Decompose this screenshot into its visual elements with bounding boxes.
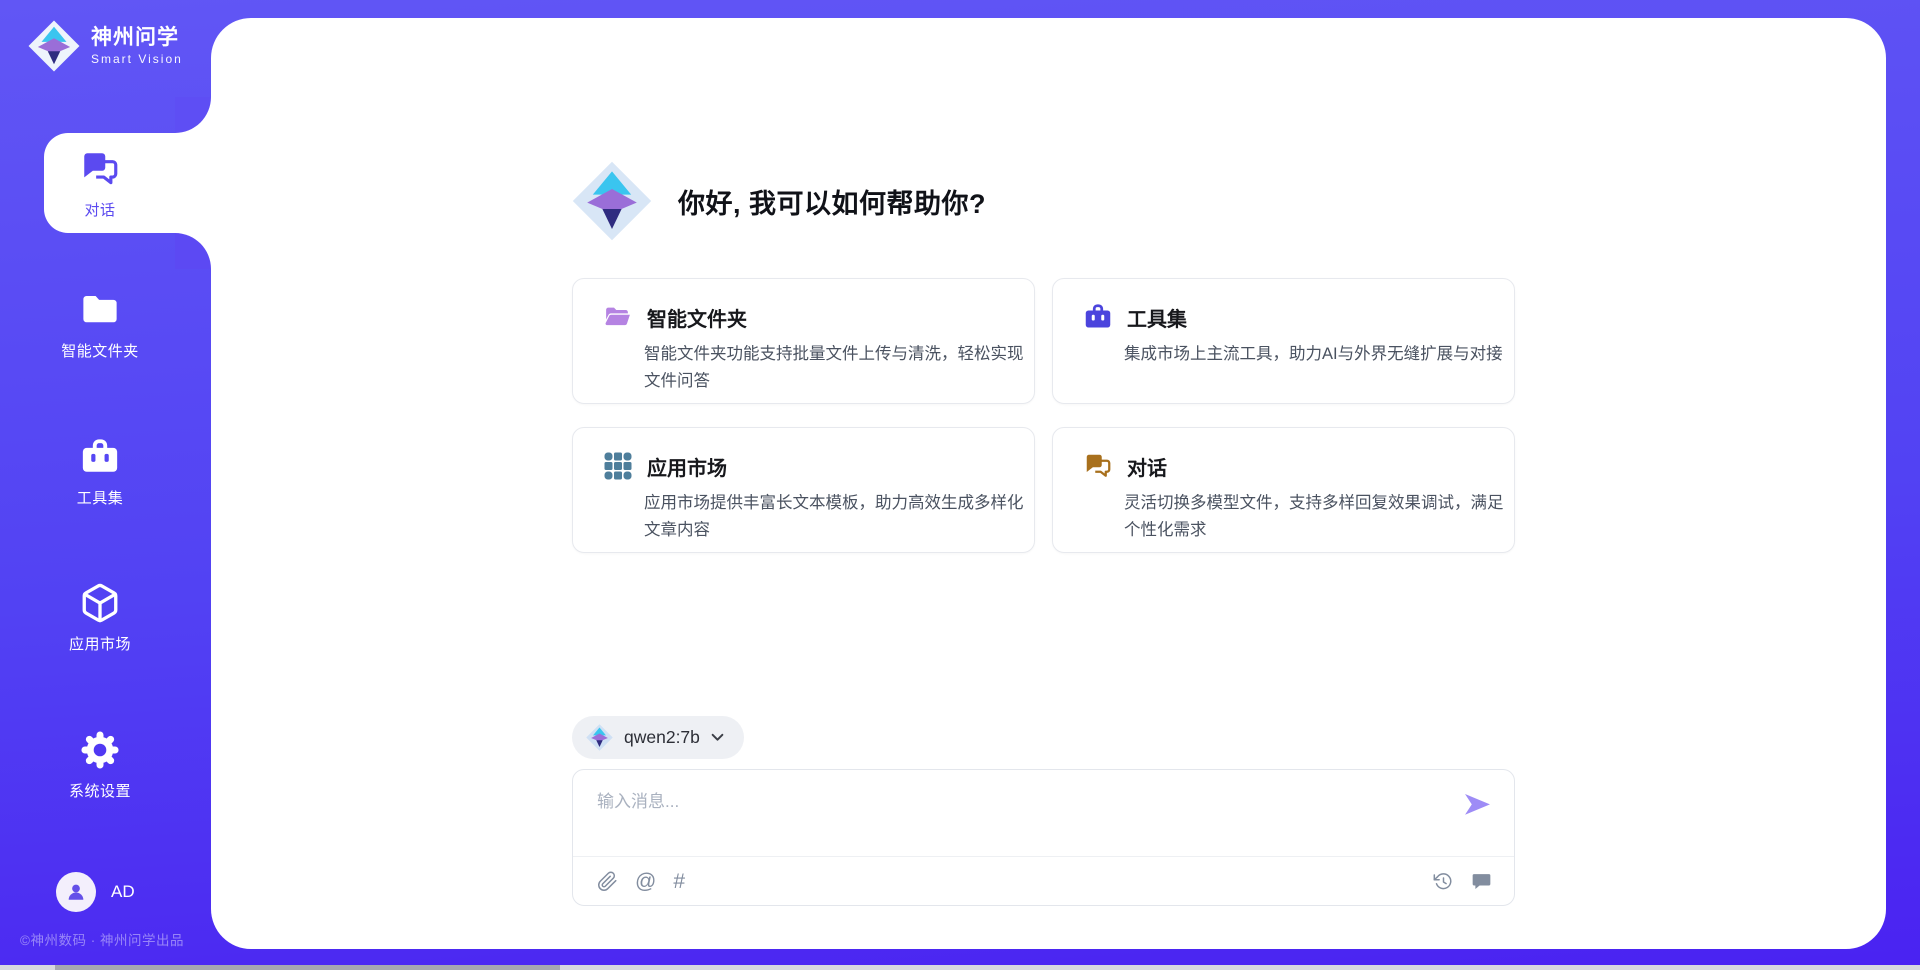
card-description: 集成市场上主流工具，助力AI与外界无缝扩展与对接 xyxy=(1124,341,1510,368)
greeting-title: 你好, 我可以如何帮助你? xyxy=(678,182,986,221)
briefcase-icon xyxy=(1083,302,1113,332)
sidebar-item-settings[interactable]: 系统设置 xyxy=(0,713,200,817)
sidebar-item-smart-folder[interactable]: 智能文件夹 xyxy=(0,273,200,377)
card-smart-folder[interactable]: 智能文件夹 智能文件夹功能支持批量文件上传与清洗，轻松实现文件问答 xyxy=(572,278,1035,404)
message-composer: @ # xyxy=(572,769,1515,906)
send-button[interactable] xyxy=(1464,793,1491,816)
sidebar-item-app-market[interactable]: 应用市场 xyxy=(0,566,200,670)
chat-icon xyxy=(79,148,121,190)
hash-icon: # xyxy=(673,871,685,892)
message-icon xyxy=(1471,871,1492,892)
chevron-down-icon xyxy=(711,733,724,742)
model-selector[interactable]: qwen2:7b xyxy=(572,716,744,759)
gear-icon xyxy=(79,729,121,771)
at-icon: @ xyxy=(635,871,656,892)
card-app-market[interactable]: 应用市场 应用市场提供丰富长文本模板，助力高效生成多样化文章内容 xyxy=(572,427,1035,553)
sidebar-item-label: 应用市场 xyxy=(69,633,131,654)
tiles-icon xyxy=(603,451,633,481)
sidebar-item-label: 系统设置 xyxy=(69,780,131,801)
active-tab-curve-top xyxy=(175,97,211,133)
chat-icon xyxy=(1083,451,1113,481)
person-icon xyxy=(65,881,87,903)
feature-cards: 智能文件夹 智能文件夹功能支持批量文件上传与清洗，轻松实现文件问答 工具集 集成… xyxy=(572,278,1515,553)
card-description: 智能文件夹功能支持批量文件上传与清洗，轻松实现文件问答 xyxy=(644,341,1030,395)
horizontal-scrollbar-thumb[interactable] xyxy=(55,965,560,970)
brand-logo: 神州问学 Smart Vision xyxy=(28,20,183,72)
new-chat-button[interactable] xyxy=(1471,871,1492,892)
card-description: 应用市场提供丰富长文本模板，助力高效生成多样化文章内容 xyxy=(644,490,1030,544)
card-toolset[interactable]: 工具集 集成市场上主流工具，助力AI与外界无缝扩展与对接 xyxy=(1052,278,1515,404)
horizontal-scrollbar-track[interactable] xyxy=(0,965,1920,970)
sidebar-item-label: 对话 xyxy=(84,199,115,220)
brand-title: 神州问学 xyxy=(91,26,183,50)
diamond-logo-icon xyxy=(572,161,652,241)
card-title: 应用市场 xyxy=(647,452,727,481)
user-name: AD xyxy=(111,882,135,902)
active-tab-curve-bottom xyxy=(175,233,211,269)
attach-file-button[interactable] xyxy=(597,871,618,892)
diamond-logo-icon xyxy=(586,724,613,751)
card-title: 对话 xyxy=(1127,452,1167,481)
avatar xyxy=(56,872,96,912)
card-title: 智能文件夹 xyxy=(647,303,747,332)
history-icon xyxy=(1433,871,1454,892)
diamond-logo-icon xyxy=(28,20,80,72)
history-button[interactable] xyxy=(1433,871,1454,892)
greeting-block: 你好, 我可以如何帮助你? xyxy=(572,161,986,241)
sidebar-item-toolset[interactable]: 工具集 xyxy=(0,420,200,524)
composer-toolbar: @ # xyxy=(597,857,1492,905)
hashtag-button[interactable]: # xyxy=(673,871,685,892)
main-content: 你好, 我可以如何帮助你? 智能文件夹 智能文件夹功能支持批量文件上传与清洗，轻… xyxy=(211,18,1886,949)
model-name: qwen2:7b xyxy=(624,727,700,748)
user-profile[interactable]: AD xyxy=(56,872,135,912)
card-title: 工具集 xyxy=(1127,303,1187,332)
card-chat[interactable]: 对话 灵活切换多模型文件，支持多样回复效果调试，满足个性化需求 xyxy=(1052,427,1515,553)
toolbox-icon xyxy=(79,436,121,478)
cube-icon xyxy=(79,582,121,624)
message-input[interactable] xyxy=(595,785,1449,847)
sidebar-item-label: 智能文件夹 xyxy=(61,340,139,361)
folder-open-icon xyxy=(603,302,633,332)
card-description: 灵活切换多模型文件，支持多样回复效果调试，满足个性化需求 xyxy=(1124,490,1510,544)
paperclip-icon xyxy=(597,871,618,892)
paper-plane-icon xyxy=(1464,793,1491,816)
brand-subtitle: Smart Vision xyxy=(91,52,183,66)
folder-icon xyxy=(79,289,121,331)
sidebar-footer-credit: ©神州数码 · 神州问学出品 xyxy=(20,929,184,949)
sidebar-item-chat[interactable]: 对话 xyxy=(0,132,200,236)
mention-button[interactable]: @ xyxy=(635,871,656,892)
sidebar: 神州问学 Smart Vision 对话 智能文件夹 工具集 xyxy=(0,0,211,970)
sidebar-item-label: 工具集 xyxy=(77,487,124,508)
